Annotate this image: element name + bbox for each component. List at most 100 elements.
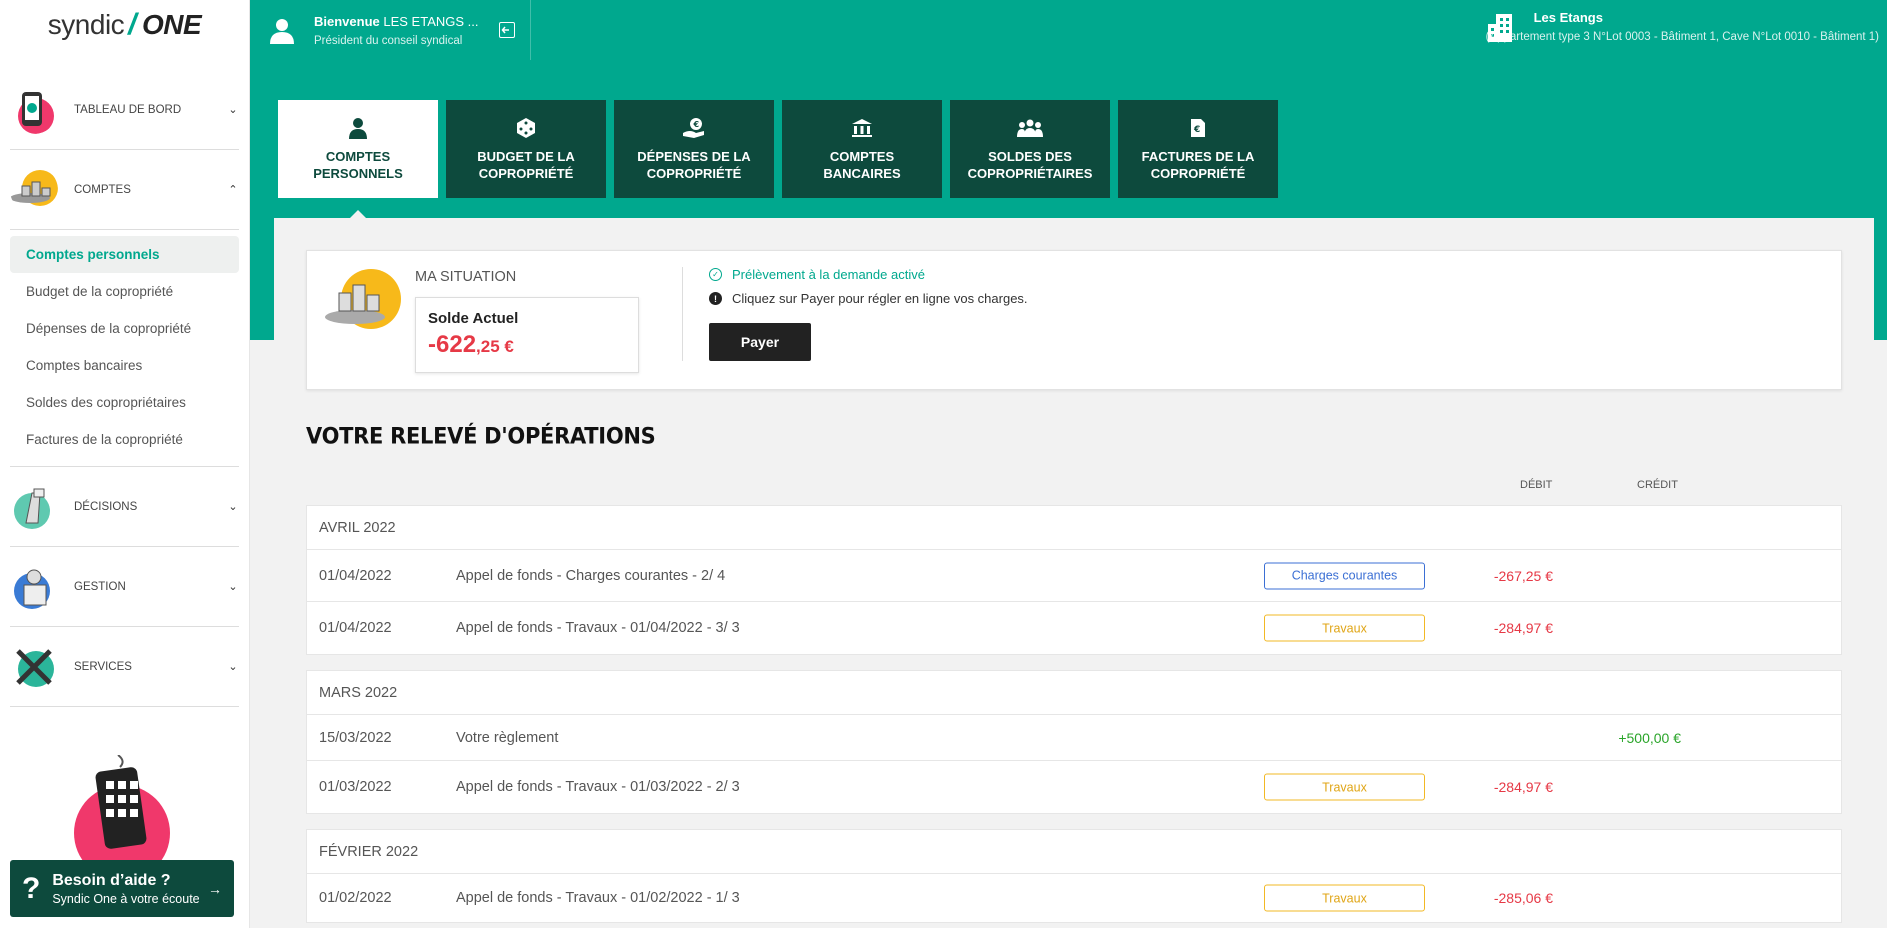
subnav-depenses[interactable]: Dépenses de la copropriété [10, 310, 239, 347]
month-header: AVRIL 2022 [307, 506, 1841, 550]
chevron-down-icon: ⌄ [228, 661, 238, 673]
tab-label-line2: PERSONNELS [313, 166, 403, 181]
tab-label-line2: BANCAIRES [823, 166, 901, 181]
logout-icon[interactable] [498, 22, 515, 38]
svg-text:€: € [1193, 125, 1200, 135]
month-header: MARS 2022 [307, 671, 1841, 715]
tab-depenses[interactable]: € DÉPENSES DE LA COPROPRIÉTÉ [614, 100, 774, 198]
table-row[interactable]: 01/03/2022 Appel de fonds - Travaux - 01… [307, 761, 1841, 813]
nav-label-decisions: DÉCISIONS [74, 500, 138, 513]
tools-icon [10, 643, 58, 691]
tab-label-line2: COPROPRIÉTÉ [478, 166, 574, 181]
welcome-bold: Bienvenue [314, 13, 380, 29]
help-button[interactable]: ? Besoin d’aide ? Syndic One à votre éco… [10, 860, 234, 917]
tab-soldes[interactable]: SOLDES DES COPROPRIÉTAIRES [950, 100, 1110, 198]
col-header-debit: DÉBIT [1520, 479, 1553, 491]
op-date: 15/03/2022 [319, 729, 392, 746]
subnav-soldes[interactable]: Soldes des copropriétaires [10, 384, 239, 421]
nav-gestion[interactable]: GESTION ⌄ [10, 547, 239, 627]
tab-label-line2: COPROPRIÉTAIRES [967, 166, 1093, 181]
subnav-comptes-personnels[interactable]: Comptes personnels [10, 236, 239, 273]
tab-label-line1: DÉPENSES DE LA [637, 149, 751, 164]
nav-label-services: SERVICES [74, 660, 132, 673]
op-date: 01/03/2022 [319, 779, 392, 795]
main-content: MA SITUATION Solde Actuel -622,25 € ✓ Pr… [274, 218, 1874, 928]
op-date: 01/04/2022 [319, 567, 392, 584]
subnav-factures[interactable]: Factures de la copropriété [10, 421, 239, 458]
table-row[interactable]: 01/02/2022 Appel de fonds - Travaux - 01… [307, 874, 1841, 922]
chevron-down-icon: ⌄ [228, 501, 238, 513]
tab-label-line2: COPROPRIÉTÉ [1150, 166, 1246, 181]
logo[interactable]: syndic / ONE [0, 0, 249, 50]
balance-label: Solde Actuel [428, 310, 519, 327]
app: syndic / ONE TABLEAU DE BORD ⌄ COMPTES ⌃… [0, 0, 1887, 928]
table-row[interactable]: 01/04/2022 Appel de fonds - Charges cour… [307, 550, 1841, 602]
month-card-mars: MARS 2022 15/03/2022 Votre règlement +50… [306, 670, 1842, 814]
welcome-line: Bienvenue LES ETANGS ... [314, 14, 479, 29]
info-icon: ! [709, 292, 722, 305]
col-header-credit: CRÉDIT [1637, 479, 1678, 491]
subnav-budget[interactable]: Budget de la copropriété [10, 273, 239, 310]
people-icon [1017, 116, 1043, 140]
situation-title: MA SITUATION [415, 269, 517, 285]
tab-factures[interactable]: € FACTURES DE LA COPROPRIÉTÉ [1118, 100, 1278, 198]
residence-name: Les Etangs [1533, 10, 1603, 25]
situation-divider [682, 267, 683, 361]
topbar: Bienvenue LES ETANGS ... Président du co… [250, 0, 1887, 60]
op-debit: -284,97 € [1493, 620, 1553, 636]
logo-syndic: syndic [47, 9, 125, 40]
notice-pay: ! Cliquez sur Payer pour régler en ligne… [709, 291, 1028, 306]
sidebar: syndic / ONE TABLEAU DE BORD ⌄ COMPTES ⌃… [0, 0, 250, 928]
header-divider [530, 0, 531, 60]
help-text: Besoin d’aide ? Syndic One à votre écout… [52, 872, 199, 906]
pay-button[interactable]: Payer [709, 323, 811, 361]
help-phone-illustration [70, 754, 180, 881]
vote-hand-icon [10, 483, 58, 531]
nav-label-comptes: COMPTES [74, 183, 131, 196]
user-block: Bienvenue LES ETANGS ... Président du co… [270, 0, 515, 60]
month-card-avril: AVRIL 2022 01/04/2022 Appel de fonds - C… [306, 505, 1842, 655]
manager-icon [10, 563, 58, 611]
op-debit: -284,97 € [1493, 779, 1553, 795]
tab-comptes-bancaires[interactable]: COMPTES BANCAIRES [782, 100, 942, 198]
table-row[interactable]: 15/03/2022 Votre règlement +500,00 € [307, 715, 1841, 761]
chevron-down-icon: ⌄ [228, 581, 238, 593]
nav-decisions[interactable]: DÉCISIONS ⌄ [10, 467, 239, 547]
residence-block[interactable]: Les Etangs (Appartement type 3 N°Lot 000… [1486, 10, 1879, 43]
nav-tableau-de-bord[interactable]: TABLEAU DE BORD ⌄ [10, 70, 239, 150]
welcome-name: LES ETANGS ... [383, 13, 479, 29]
notice-pay-text: Cliquez sur Payer pour régler en ligne v… [732, 291, 1028, 306]
nav-services[interactable]: SERVICES ⌄ [10, 627, 239, 707]
op-label: Appel de fonds - Charges courantes - 2/ … [456, 567, 726, 584]
subnav-comptes: Comptes personnels Budget de la copropri… [10, 230, 239, 467]
op-date: 01/02/2022 [319, 890, 392, 906]
op-credit: +500,00 € [1618, 729, 1681, 746]
balance-dec: ,25 € [476, 337, 514, 356]
account-tabs: COMPTES PERSONNELS BUDGET DE LA COPROPRI… [278, 100, 1278, 218]
tab-label-line1: COMPTES [325, 149, 391, 164]
hand-coin-icon: € [682, 116, 706, 140]
nav-label-gestion: GESTION [74, 580, 126, 593]
arrow-right-icon: → [208, 880, 222, 897]
table-row[interactable]: 01/04/2022 Appel de fonds - Travaux - 01… [307, 602, 1841, 654]
situation-card: MA SITUATION Solde Actuel -622,25 € ✓ Pr… [306, 250, 1842, 390]
dice-icon [516, 116, 536, 140]
user-icon [348, 116, 368, 140]
tab-label-line1: BUDGET DE LA [477, 149, 575, 164]
tag-travaux: Travaux [1264, 773, 1425, 801]
tag-charges-courantes: Charges courantes [1264, 562, 1425, 589]
op-date: 01/04/2022 [319, 620, 392, 636]
subnav-comptes-bancaires[interactable]: Comptes bancaires [10, 347, 239, 384]
op-label: Appel de fonds - Travaux - 01/04/2022 - … [456, 620, 740, 636]
nav-comptes[interactable]: COMPTES ⌃ [10, 150, 239, 230]
tab-comptes-personnels[interactable]: COMPTES PERSONNELS [278, 100, 438, 218]
user-role: Président du conseil syndical [314, 34, 463, 47]
balance-amount: -622,25 € [428, 331, 626, 359]
help-subtitle: Syndic One à votre écoute [52, 891, 200, 906]
op-label: Appel de fonds - Travaux - 01/03/2022 - … [456, 779, 740, 795]
user-icon [270, 18, 294, 44]
logo-one: ONE [142, 9, 202, 40]
help-question-icon: ? [22, 871, 41, 905]
logo-slash: / [128, 8, 137, 41]
tab-budget[interactable]: BUDGET DE LA COPROPRIÉTÉ [446, 100, 606, 198]
